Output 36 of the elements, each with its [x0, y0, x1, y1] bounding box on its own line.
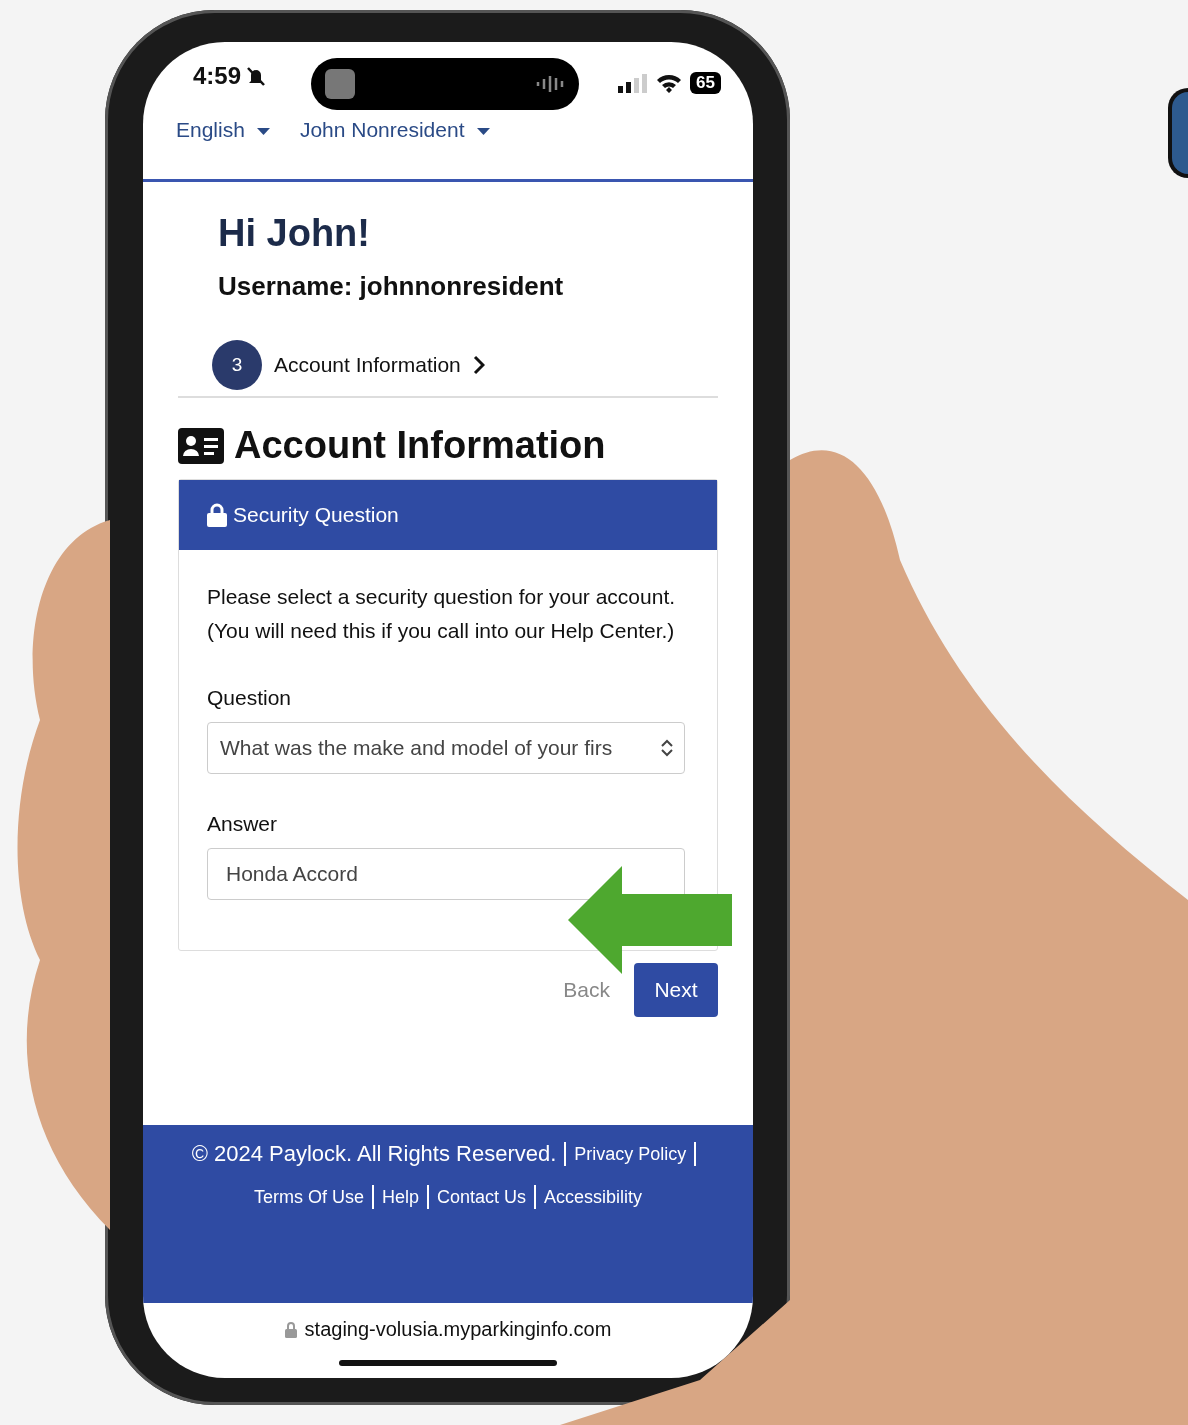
muted-bell-icon: [245, 65, 268, 87]
question-select[interactable]: What was the make and model of your firs: [207, 722, 685, 774]
footer-link[interactable]: Terms Of Use: [253, 1186, 364, 1208]
waveform-icon: [535, 74, 565, 94]
language-menu[interactable]: English: [176, 118, 245, 142]
footer-link[interactable]: Accessibility: [544, 1186, 643, 1208]
id-card-icon: [178, 427, 224, 464]
battery-indicator: 65: [690, 72, 721, 94]
question-label: Question: [207, 686, 293, 710]
chevron-right-icon: [472, 355, 485, 375]
lock-icon: [207, 503, 227, 527]
album-thumbnail: [325, 69, 355, 99]
greeting-heading: Hi John!: [218, 212, 371, 255]
step-label: Account Information: [274, 353, 461, 377]
section-heading: Account Information: [234, 424, 606, 467]
answer-field[interactable]: Honda Accord: [207, 848, 685, 900]
lock-icon: [284, 1322, 297, 1338]
next-button[interactable]: Next: [634, 963, 718, 1017]
card-title: Security Question: [233, 503, 399, 527]
copyright-text: © 2024 Paylock. All Rights Reserved.: [191, 1141, 557, 1167]
instruction-text: Please select a security question for your account. (You will need this if you call into our Help Center.): [207, 584, 677, 644]
back-button[interactable]: Back: [563, 978, 610, 1002]
step-number: 3: [212, 340, 262, 390]
caret-icon: [256, 128, 270, 136]
up-down-chevron-icon: [660, 738, 674, 758]
username-text: Username: johnnonresident: [218, 271, 565, 302]
footer-link[interactable]: Contact Us: [437, 1186, 527, 1208]
footer-link[interactable]: Help: [381, 1186, 419, 1208]
footer-link[interactable]: Privacy Policy: [574, 1143, 687, 1165]
wifi-icon: [656, 73, 683, 93]
answer-label: Answer: [207, 812, 279, 836]
user-menu[interactable]: John Nonresident: [299, 118, 465, 142]
status-time: 4:59: [193, 62, 242, 90]
signal-icon: [618, 73, 649, 93]
url-text[interactable]: staging-volusia.myparkinginfo.com: [304, 1318, 612, 1378]
caret-icon: [476, 128, 490, 136]
